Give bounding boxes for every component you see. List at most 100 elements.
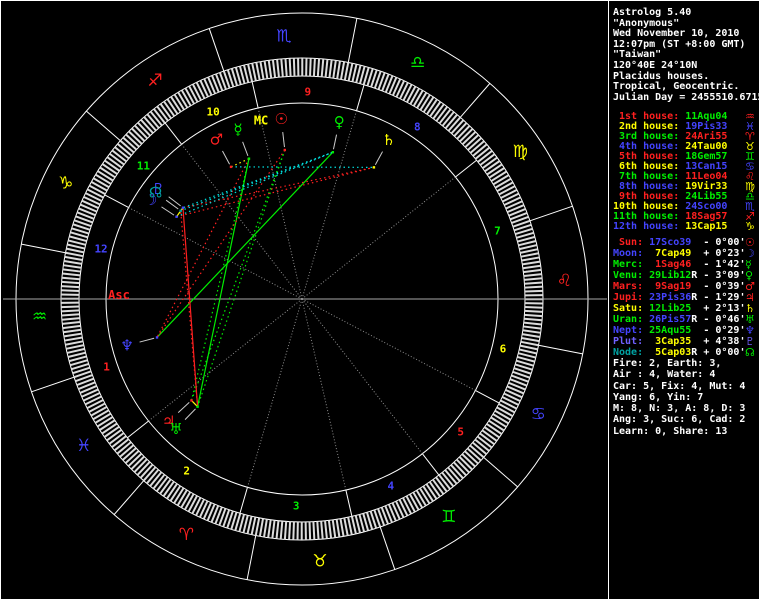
degree-tick [250,516,257,535]
planet-row: Satu: 12Lib25 + 2°13' ♄ [613,302,759,315]
degree-tick [99,419,116,431]
degree-tick [309,58,312,77]
degree-tick [173,93,185,111]
planet-pointer-line [168,196,181,207]
degree-tick [92,177,110,189]
planet-degree-dot [175,215,178,218]
degree-tick [90,181,108,192]
degree-tick [62,272,81,277]
degree-tick [522,333,541,338]
house-row: 12th house: 13Cap15 ♑ [613,220,759,233]
degree-tick [63,260,82,265]
planet-row: Nept: 25Aqu55 - 0°29' ♆ [613,324,759,337]
degree-tick [271,520,276,539]
wheel-planet-sun: ☉ [275,110,288,128]
degree-tick [61,309,80,313]
degree-tick [524,313,543,318]
wheel-planet-neptune: ♆ [120,336,133,354]
degree-tick [320,58,325,77]
degree-tick [343,517,349,536]
planet-degree-dot [283,148,287,152]
stats-house-types: Ang: 3, Suc: 6, Cad: 2 [613,414,746,426]
degree-tick [496,406,514,417]
sign-boundary [347,18,358,63]
degree-tick [328,59,333,78]
planet-velocity: + 0°00' [697,347,746,358]
degree-tick [99,166,116,179]
degree-tick [166,98,179,115]
degree-tick [522,260,541,266]
stats-modes: Car: 5, Fix: 4, Mut: 4 [613,380,746,392]
degree-tick [347,63,354,82]
degree-tick [490,170,508,182]
planet-label: Venu: [613,270,644,281]
degree-tick [94,412,112,424]
planet-row: Sun: 17Sco39 - 0°00' ☉ [613,236,759,249]
degree-tick [327,520,333,539]
degree-tick [324,59,329,78]
degree-tick [332,60,337,79]
degree-tick [177,91,189,109]
sign-boundary [459,83,491,118]
degree-tick [67,351,86,359]
degree-tick [173,487,185,504]
degree-tick [490,416,507,428]
degree-tick [255,62,261,81]
degree-tick [90,406,108,417]
degree-tick [494,409,512,421]
chart-header: Astrolog 5.40 "Anonymous" Wed November 1… [613,7,759,103]
sign-boundary [529,205,573,222]
degree-tick [488,419,505,432]
degree-tick [488,167,505,179]
house-number-8: 8 [414,121,421,134]
panel-divider [608,1,609,599]
capricorn-icon: ♑ [745,220,755,233]
house-number-5: 5 [457,425,464,438]
degree-tick [492,174,510,186]
planet-pointer-line [177,402,190,413]
app-title: Astrolog 5.40 [613,7,692,18]
degree-tick [412,89,424,107]
degree-tick [521,256,540,262]
sign-glyph-pisces: ♓ [76,436,91,456]
house-number-6: 6 [500,342,507,355]
house-cusp-line [247,298,303,488]
house-cusp-divider [164,122,183,145]
degree-tick [66,344,85,350]
sign-glyph-aquarius: ♒ [32,307,47,327]
house-cusp-list: 1st house: 11Aqu04 ♒ 2nd house: 19Pis33 ♓ … [613,110,759,233]
planet-label: Moon: [613,248,644,259]
degree-tick [104,159,121,172]
degree-tick [61,317,80,321]
degree-tick [331,519,337,538]
stats-hemisphere: M: 8, N: 3, A: 8, D: 3 [613,403,746,415]
degree-tick [279,521,284,540]
planet-degree-dot [196,405,199,408]
planet-degree-dot [190,399,193,402]
sign-boundary [21,243,66,254]
degree-tick [65,251,84,258]
planet-velocity: - 3°09' [697,270,746,281]
house-cusp-divider [104,194,129,208]
house-number-4: 4 [388,479,395,492]
degree-tick [96,416,114,428]
planet-degree-dot [372,166,376,169]
house-label: 12th house: [613,221,680,232]
degree-tick [409,493,420,511]
planet-label: Plut: [613,336,644,347]
degree-tick [288,521,292,540]
degree-tick [88,402,106,413]
degree-tick [242,64,250,83]
house-cusp-divider [475,390,500,404]
degree-tick [61,276,80,281]
planet-row: Merc: 1Sag46 - 1°42' ☿ [613,258,759,271]
degree-tick [97,170,114,182]
house-cusp-divider [251,81,259,109]
degree-tick [350,516,357,535]
degree-tick [170,96,182,113]
degree-tick [61,305,80,309]
house-cusp-divider [239,487,248,514]
house-cusp-line [181,143,303,300]
degree-tick [406,85,417,103]
stats-learn-share: Learn: 0, Share: 13 [613,425,728,437]
